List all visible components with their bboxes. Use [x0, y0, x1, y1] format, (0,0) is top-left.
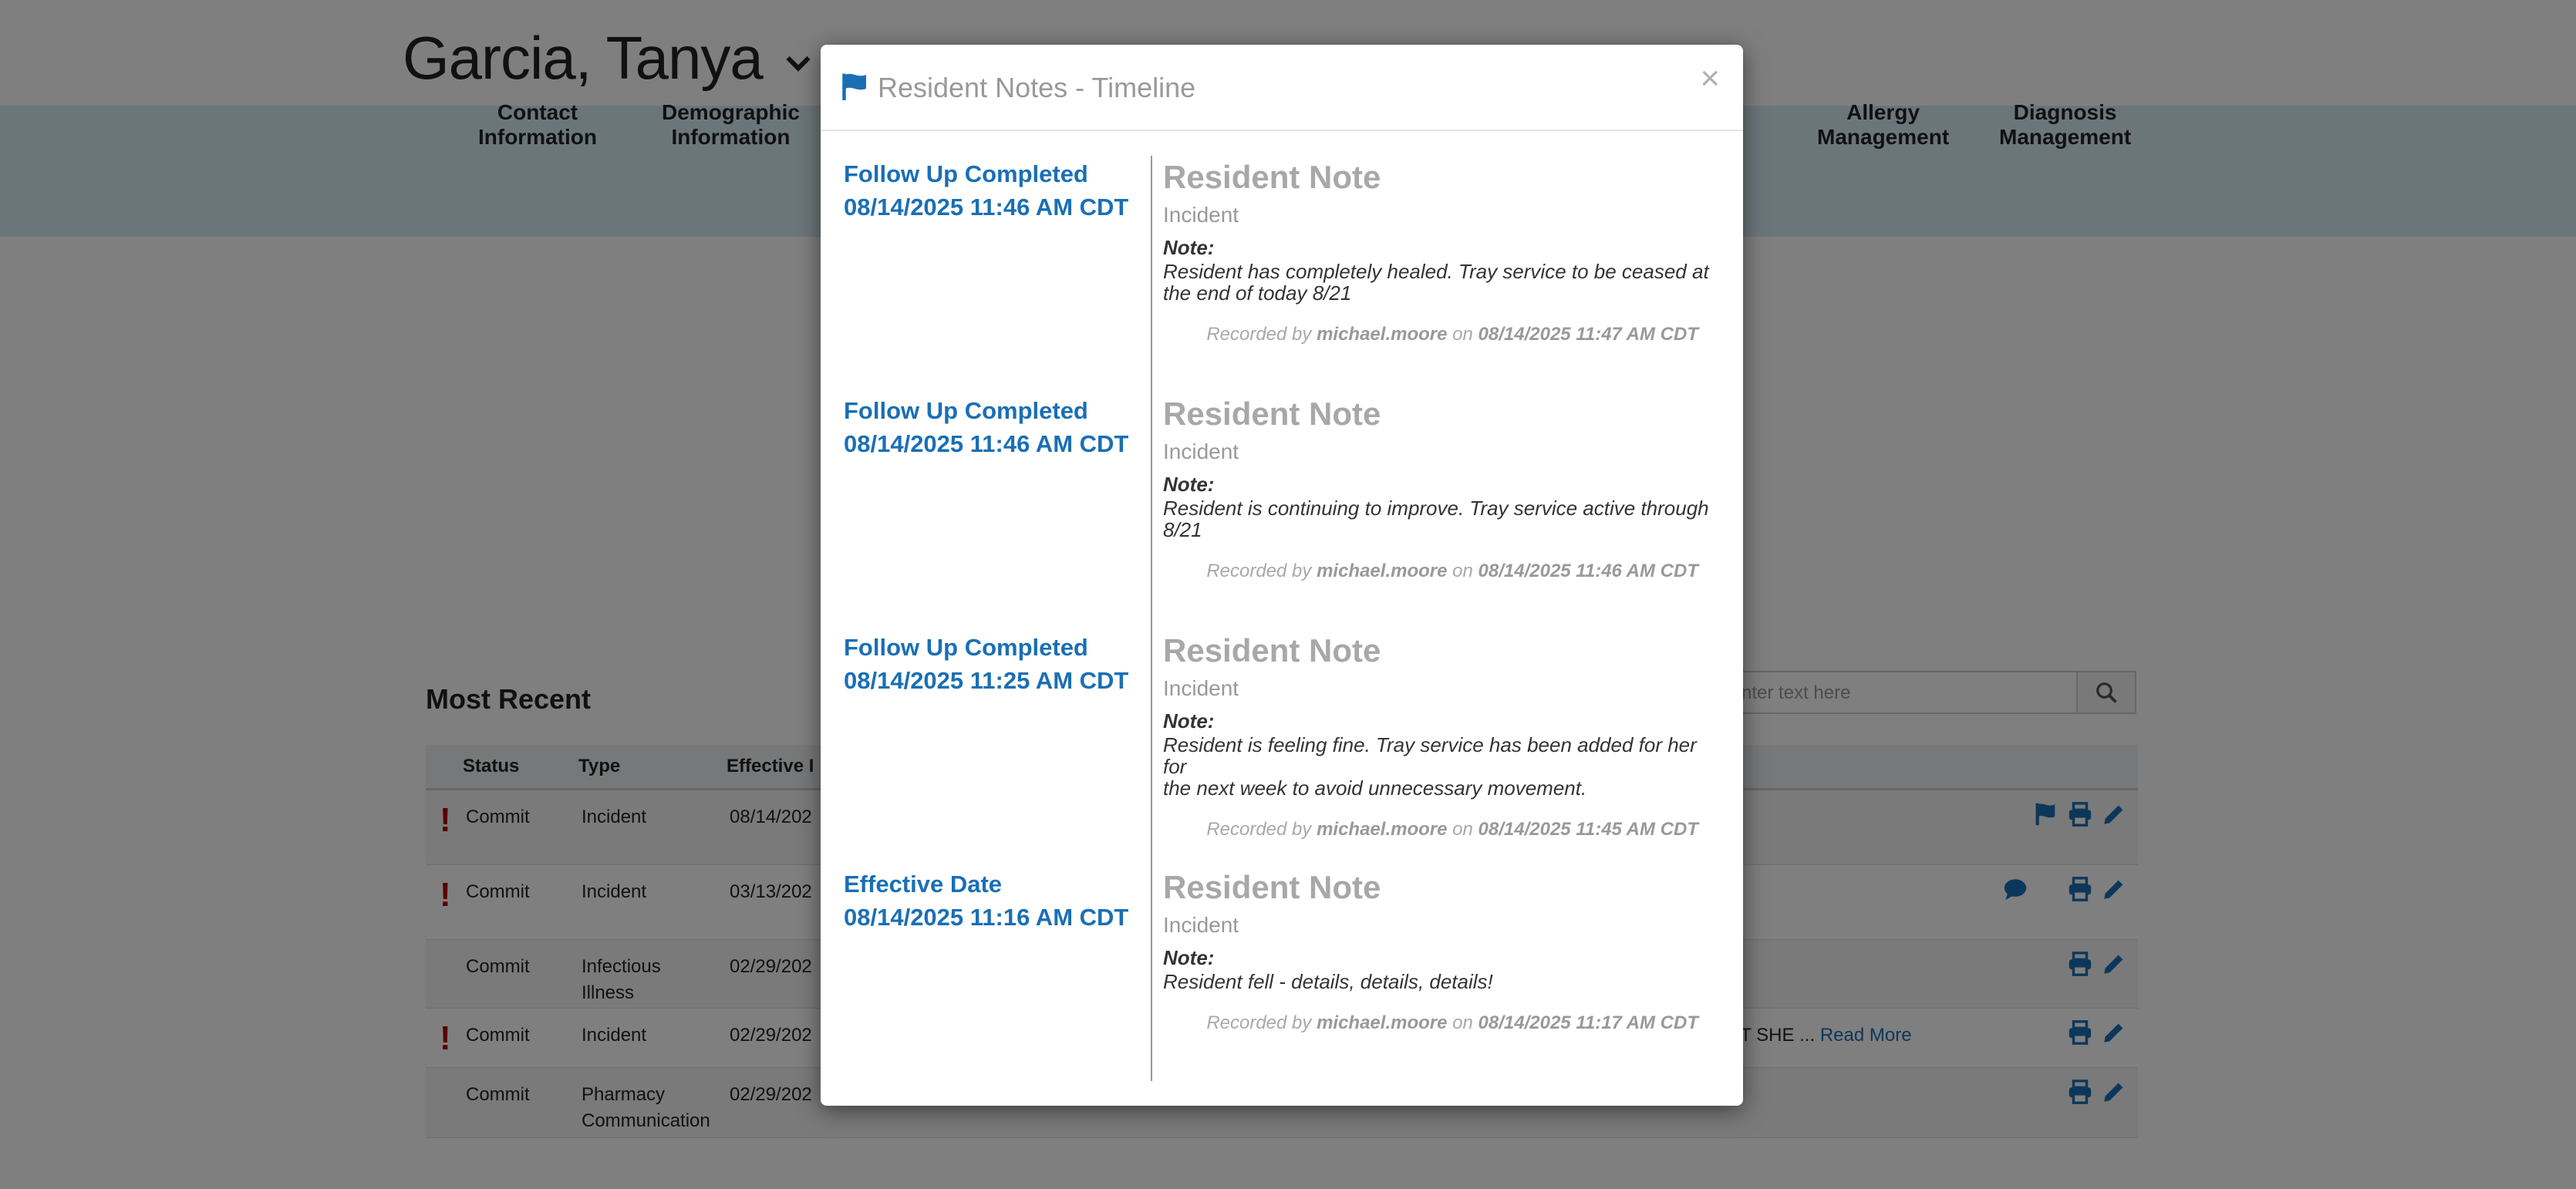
recorded-user: michael.moore — [1317, 1012, 1448, 1033]
modal-header: Resident Notes - Timeline × — [821, 45, 1743, 131]
note-label: Note: — [1163, 236, 1215, 259]
recorded-by: Recorded by michael.moore on 08/14/2025 … — [1163, 1012, 1718, 1034]
note-line: Resident fell - details, details, detail… — [1163, 970, 1493, 993]
timeline-entry-date: Follow Up Completed 08/14/2025 11:25 AM … — [844, 631, 1137, 697]
note-line: 8/21 — [1163, 518, 1202, 541]
recorded-on: on — [1452, 324, 1473, 345]
note-heading: Resident Note — [1163, 632, 1381, 669]
note-heading: Resident Note — [1163, 396, 1381, 432]
timeline-datetime: 08/14/2025 11:46 AM CDT — [844, 194, 1129, 221]
note-line: Resident has completely healed. Tray ser… — [1163, 260, 1709, 283]
note-line: the next week to avoid unnecessary movem… — [1163, 776, 1587, 800]
recorded-time: 08/14/2025 11:17 AM CDT — [1478, 1012, 1698, 1033]
timeline-datetime: 08/14/2025 11:16 AM CDT — [844, 904, 1129, 931]
recorded-prefix: Recorded by — [1206, 1012, 1312, 1033]
close-button[interactable]: × — [1700, 62, 1720, 96]
note-text: Resident is continuing to improve. Tray … — [1163, 497, 1718, 541]
modal-title: Resident Notes - Timeline — [878, 72, 1196, 103]
timeline-entry-date: Follow Up Completed 08/14/2025 11:46 AM … — [844, 157, 1137, 224]
recorded-by: Recorded by michael.moore on 08/14/2025 … — [1163, 819, 1718, 840]
note-type: Incident — [1163, 676, 1239, 700]
recorded-user: michael.moore — [1317, 561, 1448, 581]
recorded-on: on — [1452, 819, 1473, 840]
recorded-prefix: Recorded by — [1206, 819, 1312, 840]
timeline-event: Effective Date — [844, 871, 1003, 898]
recorded-by: Recorded by michael.moore on 08/14/2025 … — [1163, 324, 1718, 345]
recorded-on: on — [1452, 561, 1473, 581]
note-label: Note: — [1163, 709, 1215, 733]
note-text: Resident is feeling fine. Tray service h… — [1163, 734, 1718, 799]
note-heading: Resident Note — [1163, 869, 1381, 905]
recorded-on: on — [1452, 1012, 1473, 1033]
note-label: Note: — [1163, 473, 1215, 496]
timeline-entry-date: Effective Date 08/14/2025 11:16 AM CDT — [844, 867, 1137, 934]
timeline-datetime: 08/14/2025 11:46 AM CDT — [844, 430, 1129, 457]
note-line: Resident is continuing to improve. Tray … — [1163, 497, 1709, 520]
timeline-entry-note: Resident Note Incident Note: Resident fe… — [1163, 867, 1718, 1034]
resident-notes-timeline-modal: Resident Notes - Timeline × Follow Up Co… — [821, 45, 1743, 1106]
recorded-time: 08/14/2025 11:45 AM CDT — [1478, 819, 1698, 840]
note-type: Incident — [1163, 203, 1239, 227]
note-type: Incident — [1163, 440, 1239, 463]
note-line: Resident is feeling fine. Tray service h… — [1163, 733, 1697, 778]
note-heading: Resident Note — [1163, 159, 1381, 195]
recorded-prefix: Recorded by — [1206, 561, 1312, 581]
note-text: Resident fell - details, details, detail… — [1163, 971, 1718, 992]
timeline-entry-note: Resident Note Incident Note: Resident is… — [1163, 631, 1718, 840]
flag-icon — [842, 73, 866, 100]
timeline-entry-date: Follow Up Completed 08/14/2025 11:46 AM … — [844, 394, 1137, 460]
recorded-prefix: Recorded by — [1206, 324, 1312, 345]
timeline-event: Follow Up Completed — [844, 634, 1088, 661]
recorded-time: 08/14/2025 11:46 AM CDT — [1478, 561, 1698, 581]
note-type: Incident — [1163, 913, 1239, 937]
recorded-user: michael.moore — [1317, 819, 1448, 840]
recorded-by: Recorded by michael.moore on 08/14/2025 … — [1163, 561, 1718, 582]
timeline-datetime: 08/14/2025 11:25 AM CDT — [844, 667, 1129, 694]
timeline-entry-note: Resident Note Incident Note: Resident ha… — [1163, 157, 1718, 345]
note-text: Resident has completely healed. Tray ser… — [1163, 261, 1718, 304]
note-line: the end of today 8/21 — [1163, 281, 1352, 305]
timeline-event: Follow Up Completed — [844, 160, 1088, 187]
recorded-user: michael.moore — [1317, 324, 1448, 345]
timeline-entry-note: Resident Note Incident Note: Resident is… — [1163, 394, 1718, 582]
timeline-event: Follow Up Completed — [844, 397, 1088, 424]
recorded-time: 08/14/2025 11:47 AM CDT — [1478, 324, 1698, 345]
timeline-line — [1151, 156, 1152, 1081]
note-label: Note: — [1163, 946, 1215, 969]
